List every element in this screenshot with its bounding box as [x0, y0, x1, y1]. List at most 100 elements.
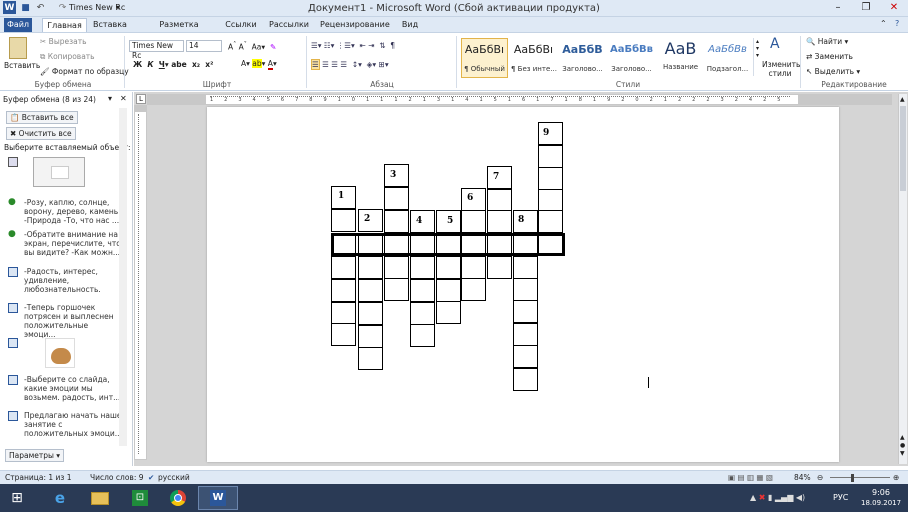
align-buttons[interactable]: ☰ ☰ ☰ ☰ ↕▾ ◈▾ ⊞▾ [311, 59, 389, 70]
ie-icon[interactable]: e [40, 486, 80, 510]
crossword-number: 9 [543, 128, 550, 138]
zoom-out-icon[interactable]: ⊖ [817, 471, 823, 484]
clipboard-image-item[interactable] [8, 157, 123, 189]
clock-time[interactable]: 9:06 [872, 488, 890, 497]
divider [800, 36, 801, 88]
tab-review[interactable]: Рецензирование [320, 18, 390, 32]
pane-options-button[interactable]: Параметры ▾ [5, 449, 65, 462]
select-button[interactable]: ↖ Выделить ▾ [806, 67, 860, 76]
minimize-button[interactable]: – [824, 0, 852, 16]
crossword-cell [513, 256, 538, 279]
crossword-cell [384, 210, 409, 233]
font-color-buttons[interactable]: A▾ ab▾ A▾ [241, 59, 277, 70]
page-counter[interactable]: Страница: 1 из 1 [5, 471, 72, 484]
pane-options-icon[interactable]: ▾ [108, 94, 112, 103]
tab-home[interactable]: Главная [42, 18, 87, 32]
word-taskbar-icon[interactable]: W [198, 486, 238, 510]
clock-date[interactable]: 18.09.2017 [861, 499, 901, 507]
clipboard-image-item[interactable] [8, 338, 123, 370]
help-icon[interactable]: ? [895, 19, 899, 28]
tray-icons[interactable]: ▲ ✖ ▮ ▂▄▆ ◀) [750, 493, 805, 502]
style-heading2[interactable]: АаБбВв Заголово... [608, 38, 655, 78]
paste-all-button[interactable]: 📋 Вставить все [6, 111, 78, 124]
tab-page-layout[interactable]: Разметка страницы [138, 18, 220, 42]
ribbon: Вставить ✂ Вырезать ⧉ Копировать 🖌 Форма… [0, 32, 908, 91]
clipboard-item-text: -Выберите со слайда, какие эмоции мы воз… [24, 375, 121, 402]
tab-file[interactable]: Файл [4, 18, 32, 32]
clear-all-button[interactable]: ✖ Очистить все [6, 127, 76, 140]
font-format-buttons[interactable]: Ж К Ч▾ abe x₂ x² [133, 60, 213, 69]
style-title[interactable]: АаВ Название [657, 38, 704, 78]
scroll-thumb[interactable] [900, 106, 906, 191]
change-styles-icon[interactable]: A [770, 36, 780, 52]
zoom-in-icon[interactable]: ⊕ [893, 471, 899, 484]
clipboard-item[interactable]: -Выберите со слайда, какие эмоции мы воз… [8, 375, 123, 402]
word-counter[interactable]: Число слов: 9 [90, 471, 144, 484]
chrome-icon[interactable] [158, 486, 198, 510]
app-icon[interactable]: ⊡ [120, 486, 160, 510]
horizontal-ruler[interactable]: 1234567891011121314151617181920212223242… [147, 94, 892, 105]
crossword-keyword-row [331, 233, 565, 256]
tab-insert[interactable]: Вставка [92, 18, 128, 32]
style-name: ¶ Обычный [464, 65, 505, 73]
text-item-icon: ● [8, 197, 16, 207]
style-name: ¶ Без инте... [511, 65, 557, 73]
crossword-cell [331, 256, 356, 279]
crossword-cell [331, 302, 356, 325]
clipboard-item[interactable]: Предлагаю начать наше занятие с положите… [8, 411, 123, 438]
clipboard-item[interactable]: -Радость, интерес, удивление, любознател… [8, 267, 123, 294]
styles-scroll-icon[interactable]: ▴ ▾ ▾ [753, 38, 761, 76]
close-button[interactable]: ✕ [880, 0, 908, 16]
font-name-select[interactable]: Times New Rc [129, 40, 184, 60]
replace-button[interactable]: ⇄ Заменить [806, 52, 853, 61]
clipboard-item[interactable]: -Теперь горшочек потрясен и выплеснен по… [8, 303, 123, 339]
crossword-cell [538, 145, 563, 168]
find-button[interactable]: 🔍 Найти ▾ [806, 37, 848, 46]
start-button-icon[interactable]: ⊞ [0, 486, 34, 510]
vertical-scrollbar[interactable]: ▲ ▲ ● ▼ [898, 94, 907, 464]
style-heading1[interactable]: АаБбВ Заголово... [559, 38, 606, 78]
crossword-number: 3 [390, 170, 397, 180]
vertical-ruler[interactable] [134, 105, 147, 460]
copy-button[interactable]: ⧉ Копировать [40, 52, 95, 62]
style-no-spacing[interactable]: АаБбВı ¶ Без инте... [510, 38, 557, 78]
ribbon-collapse-icon[interactable]: ⌃ [880, 19, 887, 28]
tab-mailings[interactable]: Рассылки [268, 18, 310, 32]
scroll-up-icon[interactable]: ▲ [900, 96, 905, 103]
style-subtitle[interactable]: АаБбВв Подзагол... [704, 38, 751, 78]
zoom-level[interactable]: 84% [794, 471, 811, 484]
page-nav-icons[interactable]: ▲ ● ▼ [900, 434, 905, 458]
clipboard-item[interactable]: ● -Обратите внимание на экран, перечислит… [8, 230, 123, 258]
crossword-cell [410, 279, 435, 302]
input-language[interactable]: РУС [833, 493, 848, 502]
paste-button[interactable]: Вставить [4, 61, 40, 70]
style-preview: АаБбВı [513, 43, 554, 56]
restore-button[interactable]: ❐ [852, 0, 880, 16]
tab-view[interactable]: Вид [398, 18, 422, 32]
ribbon-tabs: Файл Главная Вставка Разметка страницы С… [0, 17, 908, 42]
view-buttons[interactable]: ▣ ▤ ▥ ▦ ▧ [728, 471, 773, 484]
pane-options-label: Параметры [9, 451, 54, 460]
pane-close-icon[interactable]: ✕ [120, 94, 127, 103]
style-normal[interactable]: АаБбВı ¶ Обычный [461, 38, 508, 78]
tab-selector-icon[interactable]: L [136, 94, 146, 104]
cut-button[interactable]: ✂ Вырезать [40, 37, 87, 46]
explorer-icon[interactable] [80, 486, 120, 510]
format-painter-button[interactable]: 🖌 Формат по образцу [40, 67, 129, 76]
tab-references[interactable]: Ссылки [224, 18, 258, 32]
font-grow-shrink-buttons[interactable]: A˄ A˅ Aa▾ ✎ [228, 41, 276, 52]
zoom-slider-thumb[interactable] [851, 474, 854, 482]
paste-icon[interactable] [9, 37, 27, 59]
proofing-icon[interactable]: ✔ [148, 471, 154, 484]
change-styles-button[interactable]: Изменить стили [762, 60, 800, 78]
zoom-slider[interactable] [830, 477, 890, 478]
language-indicator[interactable]: русский [158, 471, 190, 484]
font-size-select[interactable]: 14 [186, 40, 222, 52]
editing-group-label: Редактирование [821, 80, 887, 89]
list-buttons[interactable]: ☰▾ ☷▾ ⋮☰▾ ⇤ ⇥ ⇅ ¶ [311, 41, 395, 50]
crossword-cell [513, 210, 538, 233]
clipboard-item[interactable]: ● -Розу, каплю, солнце, ворону, дерево, к… [8, 197, 123, 226]
crossword-cell [487, 166, 512, 189]
pane-scrollbar[interactable] [119, 108, 127, 446]
clipboard-pane-title: Буфер обмена (8 из 24) [3, 95, 96, 104]
